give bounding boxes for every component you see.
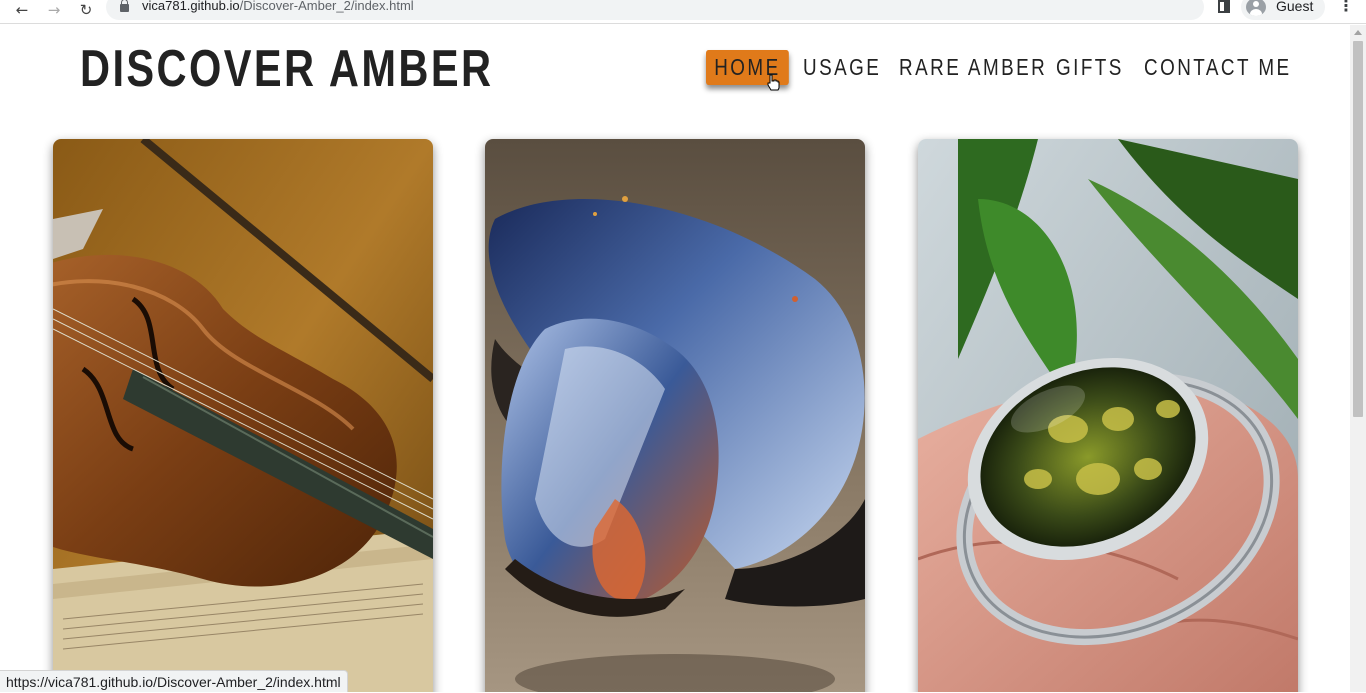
profile-button[interactable]: Guest: [1241, 0, 1325, 20]
reload-icon[interactable]: ↻: [76, 1, 96, 19]
violin-photo: [53, 139, 433, 692]
arrow-right-icon[interactable]: →: [44, 1, 64, 19]
address-bar[interactable]: vica781.github.io/Discover-Amber_2/index…: [106, 0, 1204, 20]
status-bar-url: https://vica781.github.io/Discover-Amber…: [0, 670, 348, 692]
nav-item-contact-me[interactable]: CONTACT ME: [1144, 50, 1292, 85]
card-amber-ring[interactable]: [918, 139, 1298, 692]
blue-amber-photo: [485, 139, 865, 692]
nav-item-rare-amber[interactable]: RARE AMBER: [899, 50, 1047, 85]
card-blue-amber[interactable]: [485, 139, 865, 692]
nav-item-gifts[interactable]: GIFTS: [1056, 50, 1124, 85]
hand-cursor-icon: [767, 74, 780, 91]
address-url[interactable]: vica781.github.io/Discover-Amber_2/index…: [142, 0, 414, 14]
lock-icon[interactable]: [120, 0, 129, 12]
site-title[interactable]: DISCOVER AMBER: [80, 39, 493, 99]
card-violin[interactable]: [53, 139, 433, 692]
profile-label: Guest: [1276, 0, 1314, 14]
avatar: [1246, 0, 1266, 16]
url-path: /Discover-Amber_2/index.html: [239, 0, 414, 13]
scroll-thumb[interactable]: [1353, 41, 1363, 417]
main-nav: HOME USAGE RARE AMBER GIFTS CONTACT ME: [706, 50, 1289, 85]
scroll-up-arrow-icon[interactable]: [1354, 30, 1362, 35]
page-scrollbar[interactable]: [1350, 25, 1366, 692]
side-panel-icon[interactable]: [1218, 0, 1230, 13]
url-host: vica781.github.io: [142, 0, 240, 13]
amber-ring-photo: [918, 139, 1298, 692]
nav-item-usage[interactable]: USAGE: [803, 50, 881, 85]
browser-toolbar: ← → ↻ vica781.github.io/Discover-Amber_2…: [0, 0, 1366, 24]
arrow-left-icon[interactable]: ←: [12, 1, 32, 19]
kebab-menu-icon[interactable]: ⋮: [1338, 0, 1354, 14]
web-page: DISCOVER AMBER HOME USAGE RARE AMBER GIF…: [0, 25, 1350, 692]
